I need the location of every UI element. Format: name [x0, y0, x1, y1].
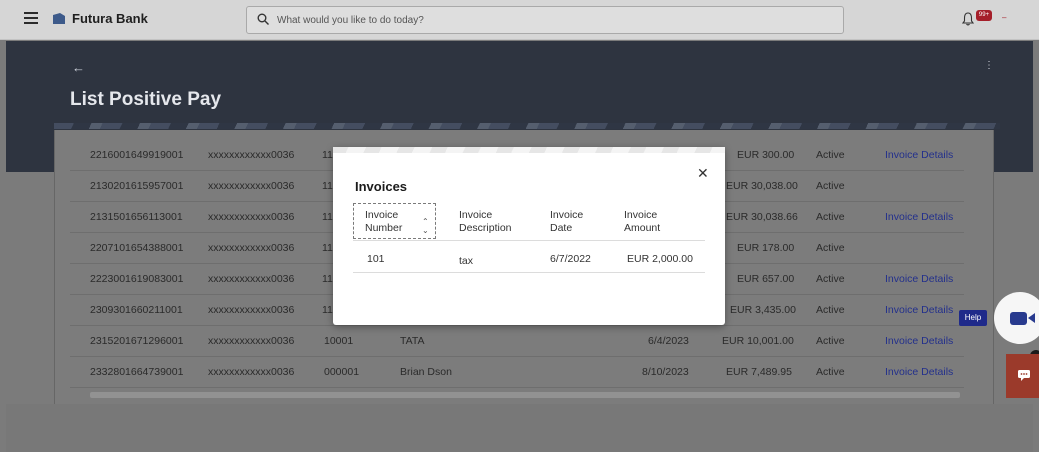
invoice-date-cell: 6/7/2022	[550, 253, 591, 265]
cell-cheque: 11	[322, 149, 333, 161]
video-call-button[interactable]	[994, 292, 1039, 344]
page-title: List Positive Pay	[70, 89, 222, 110]
cell-account: xxxxxxxxxxxx0036	[208, 180, 295, 192]
cell-status: Active	[816, 211, 845, 223]
cell-status: Active	[816, 149, 845, 161]
video-icon	[1010, 312, 1035, 325]
help-button[interactable]: Help	[959, 310, 987, 326]
invoice-amount-cell: EUR 2,000.00	[627, 253, 693, 265]
cell-account: xxxxxxxxxxxx0036	[208, 149, 295, 161]
cell-cheque: 11	[322, 273, 333, 285]
cell-status: Active	[816, 335, 845, 347]
cell-cheque: 10001	[324, 335, 354, 347]
cell-amount: EUR 657.00	[737, 273, 795, 285]
cell-amount: EUR 178.00	[737, 242, 795, 254]
cell-status: Active	[816, 242, 845, 254]
cell-status: Active	[816, 366, 845, 378]
search-bar[interactable]	[246, 6, 844, 34]
cell-reference: 2315201671296001	[90, 335, 184, 347]
header-pattern	[54, 123, 1000, 129]
cell-date: 6/4/2023	[648, 335, 689, 347]
page-footer-area	[6, 404, 1033, 452]
invoice-number-label: Invoice Number	[365, 209, 403, 234]
cell-account: xxxxxxxxxxxx0036	[208, 304, 295, 316]
sort-icon: ⌃ ⌄	[422, 217, 429, 235]
invoice-details-link[interactable]: Invoice Details	[885, 304, 953, 316]
invoice-number-header[interactable]: Invoice Number ⌃ ⌄	[353, 203, 436, 239]
cell-cheque: 11	[322, 211, 333, 223]
cell-status: Active	[816, 180, 845, 192]
bank-logo-icon	[53, 13, 65, 24]
search-icon	[257, 13, 269, 25]
cell-account: xxxxxxxxxxxx0036	[208, 273, 295, 285]
invoice-date-header: Invoice Date	[550, 209, 584, 234]
cell-reference: 2332801664739001	[90, 366, 184, 378]
modal-title: Invoices	[355, 179, 408, 194]
invoice-details-link[interactable]: Invoice Details	[885, 211, 953, 223]
kebab-icon[interactable]: ⋮	[984, 60, 994, 71]
cell-reference: 2131501656113001	[90, 211, 183, 223]
cell-account: xxxxxxxxxxxx0036	[208, 242, 295, 254]
cell-account: xxxxxxxxxxxx0036	[208, 211, 295, 223]
chat-icon	[1018, 370, 1030, 381]
cell-amount: EUR 10,001.00	[722, 335, 794, 347]
invoice-details-link[interactable]: Invoice Details	[885, 273, 953, 285]
cell-reference: 2216001649919001	[90, 149, 184, 161]
cell-reference: 2223001619083001	[90, 273, 184, 285]
cell-cheque: 11	[322, 180, 333, 192]
cell-cheque: 000001	[324, 366, 360, 378]
notification-badge: 99+	[976, 10, 992, 21]
cell-status: Active	[816, 304, 845, 316]
invoice-number-cell: 101	[367, 253, 385, 265]
cell-reference: 2207101654388001	[90, 242, 184, 254]
invoice-details-link[interactable]: Invoice Details	[885, 149, 953, 161]
user-menu-icon[interactable]: –	[1002, 13, 1010, 22]
cell-reference: 2309301660211001	[90, 304, 183, 316]
top-bar: Futura Bank 99+ –	[0, 0, 1039, 40]
cell-payee: Brian Dson	[400, 366, 452, 378]
close-icon[interactable]: ✕	[697, 165, 709, 182]
cell-account: xxxxxxxxxxxx0036	[208, 335, 295, 347]
cell-status: Active	[816, 273, 845, 285]
bell-icon[interactable]	[962, 12, 974, 26]
cell-account: xxxxxxxxxxxx0036	[208, 366, 295, 378]
table-row: 2315201671296001 xxxxxxxxxxxx0036 10001 …	[70, 326, 964, 357]
modal-pattern	[333, 147, 725, 153]
brand-name: Futura Bank	[72, 11, 148, 26]
chat-button[interactable]	[1006, 354, 1039, 398]
invoice-description-cell: tax	[459, 255, 474, 267]
header-divider	[353, 240, 705, 241]
cell-cheque: 11	[322, 242, 333, 254]
cell-date: 8/10/2023	[642, 366, 689, 378]
table-row: 2332801664739001 xxxxxxxxxxxx0036 000001…	[70, 357, 964, 388]
cell-amount: EUR 30,038.00	[726, 180, 798, 192]
cell-amount: EUR 30,038.66	[726, 211, 798, 223]
invoice-description-header: Invoice Description	[459, 209, 512, 234]
cell-amount: EUR 7,489.95	[726, 366, 792, 378]
row-divider	[353, 272, 705, 273]
horizontal-scrollbar[interactable]	[90, 392, 960, 398]
invoices-modal: Invoices ✕ Invoice Number ⌃ ⌄ Invoice Des…	[333, 147, 725, 325]
invoice-details-link[interactable]: Invoice Details	[885, 366, 953, 378]
invoice-amount-header: Invoice Amount	[624, 209, 661, 234]
cell-cheque: 11	[322, 304, 333, 316]
search-input[interactable]	[277, 10, 817, 30]
back-arrow-icon[interactable]: ←	[72, 60, 85, 75]
invoice-details-link[interactable]: Invoice Details	[885, 335, 953, 347]
menu-icon[interactable]	[24, 12, 38, 24]
cell-reference: 2130201615957001	[90, 180, 184, 192]
cell-amount: EUR 300.00	[737, 149, 795, 161]
cell-payee: TATA	[400, 335, 425, 347]
cell-amount: EUR 3,435.00	[730, 304, 796, 316]
